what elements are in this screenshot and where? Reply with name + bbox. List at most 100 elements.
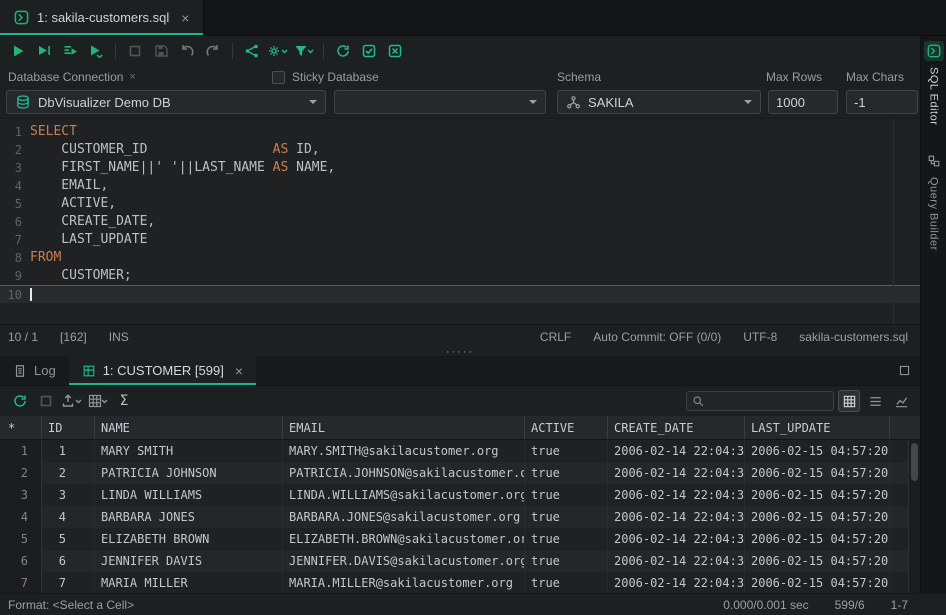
editor-line[interactable]: 10: [0, 285, 920, 303]
cell[interactable]: MARIA MILLER: [95, 572, 283, 593]
run-menu-button[interactable]: [84, 40, 108, 62]
cell[interactable]: BARBARA.JONES@sakilacustomer.org: [283, 506, 525, 528]
cell[interactable]: PATRICIA JOHNSON: [95, 462, 283, 484]
stop-button[interactable]: [123, 40, 147, 62]
sticky-database-select[interactable]: [334, 90, 546, 114]
cell[interactable]: LINDA WILLIAMS: [95, 484, 283, 506]
table-row[interactable]: 66JENNIFER DAVISJENNIFER.DAVIS@sakilacus…: [0, 550, 920, 572]
cell[interactable]: 2006-02-14 22:04:36: [608, 440, 745, 462]
table-row[interactable]: 44BARBARA JONESBARBARA.JONES@sakilacusto…: [0, 506, 920, 528]
cell[interactable]: 2006-02-15 04:57:20: [745, 550, 890, 572]
column-header-email[interactable]: EMAIL: [283, 416, 525, 439]
cell[interactable]: MARIA.MILLER@sakilacustomer.org: [283, 572, 525, 593]
editor-line[interactable]: 1SELECT: [0, 123, 920, 141]
variables-menu-button[interactable]: [292, 40, 316, 62]
save-button[interactable]: [149, 40, 173, 62]
cell[interactable]: 2006-02-14 22:04:36: [608, 462, 745, 484]
search-input[interactable]: [709, 394, 828, 408]
run-button[interactable]: [6, 40, 30, 62]
table-row[interactable]: 11MARY SMITHMARY.SMITH@sakilacustomer.or…: [0, 440, 920, 462]
column-header-name[interactable]: NAME: [95, 416, 283, 439]
redo-button[interactable]: [201, 40, 225, 62]
cell[interactable]: 2006-02-14 22:04:36: [608, 528, 745, 550]
cell[interactable]: 3: [42, 484, 95, 506]
cell[interactable]: true: [525, 484, 608, 506]
run-script-button[interactable]: [58, 40, 82, 62]
editor-line[interactable]: 4 EMAIL,: [0, 177, 920, 195]
editor-line[interactable]: 2 CUSTOMER_ID AS ID,: [0, 141, 920, 159]
clear-connection-icon[interactable]: ×: [129, 71, 135, 83]
cell[interactable]: JENNIFER.DAVIS@sakilacustomer.org: [283, 550, 525, 572]
schema-select[interactable]: SAKILA: [557, 90, 761, 114]
cell[interactable]: 2006-02-15 04:57:20: [745, 484, 890, 506]
table-row[interactable]: 55ELIZABETH BROWNELIZABETH.BROWN@sakilac…: [0, 528, 920, 550]
cell[interactable]: 2006-02-15 04:57:20: [745, 506, 890, 528]
table-row[interactable]: 22PATRICIA JOHNSONPATRICIA.JOHNSON@sakil…: [0, 462, 920, 484]
close-result-tab-icon[interactable]: ×: [235, 363, 243, 379]
cell[interactable]: 5: [42, 528, 95, 550]
tab-customer-result[interactable]: 1: CUSTOMER [599] ×: [69, 356, 256, 385]
cell[interactable]: LINDA.WILLIAMS@sakilacustomer.org: [283, 484, 525, 506]
cell[interactable]: 4: [42, 506, 95, 528]
maximize-panel-button[interactable]: [898, 356, 920, 385]
cell[interactable]: true: [525, 550, 608, 572]
grid-view-button[interactable]: [838, 390, 860, 412]
cell[interactable]: 1: [42, 440, 95, 462]
cell[interactable]: ELIZABETH.BROWN@sakilacustomer.org: [283, 528, 525, 550]
column-header-create_date[interactable]: CREATE_DATE: [608, 416, 745, 439]
panel-splitter-handle[interactable]: ·····: [0, 348, 920, 356]
tab-log[interactable]: Log: [0, 356, 69, 385]
side-tab-query-builder[interactable]: Query Builder: [924, 151, 944, 251]
cell[interactable]: 2006-02-14 22:04:36: [608, 550, 745, 572]
row-header-star[interactable]: *: [0, 416, 42, 439]
cell[interactable]: PATRICIA.JOHNSON@sakilacustomer.org: [283, 462, 525, 484]
export-menu-button[interactable]: [60, 390, 84, 412]
cell[interactable]: JENNIFER DAVIS: [95, 550, 283, 572]
settings-menu-button[interactable]: [266, 40, 290, 62]
grid-options-button[interactable]: [86, 390, 110, 412]
editor-line[interactable]: 3 FIRST_NAME||' '||LAST_NAME AS NAME,: [0, 159, 920, 177]
editor-line[interactable]: 9 CUSTOMER;: [0, 267, 920, 285]
column-header-active[interactable]: ACTIVE: [525, 416, 608, 439]
side-tab-sql-editor[interactable]: SQL Editor: [924, 41, 944, 125]
cell[interactable]: 2006-02-14 22:04:36: [608, 484, 745, 506]
close-results-button[interactable]: [383, 40, 407, 62]
reload-result-button[interactable]: [8, 390, 32, 412]
text-view-button[interactable]: [864, 390, 886, 412]
undo-button[interactable]: [175, 40, 199, 62]
run-current-button[interactable]: [32, 40, 56, 62]
cell[interactable]: true: [525, 440, 608, 462]
editor-line[interactable]: 7 LAST_UPDATE: [0, 231, 920, 249]
cell[interactable]: 6: [42, 550, 95, 572]
cell[interactable]: true: [525, 506, 608, 528]
validate-button[interactable]: [357, 40, 381, 62]
cell[interactable]: 2: [42, 462, 95, 484]
share-link-button[interactable]: [240, 40, 264, 62]
cell[interactable]: 2006-02-15 04:57:20: [745, 462, 890, 484]
cell[interactable]: 2006-02-15 04:57:20: [745, 528, 890, 550]
table-row[interactable]: 33LINDA WILLIAMSLINDA.WILLIAMS@sakilacus…: [0, 484, 920, 506]
chart-view-button[interactable]: [890, 390, 912, 412]
sticky-database-checkbox[interactable]: [272, 71, 285, 84]
cell[interactable]: true: [525, 528, 608, 550]
cell[interactable]: true: [525, 462, 608, 484]
reexecute-button[interactable]: [331, 40, 355, 62]
aggregate-button[interactable]: Σ: [112, 390, 136, 412]
max-chars-input[interactable]: [846, 90, 918, 114]
result-grid[interactable]: * IDNAMEEMAILACTIVECREATE_DATELAST_UPDAT…: [0, 416, 920, 593]
cell[interactable]: ELIZABETH BROWN: [95, 528, 283, 550]
result-search-box[interactable]: [686, 391, 834, 411]
scrollbar-thumb[interactable]: [911, 443, 918, 481]
cell[interactable]: BARBARA JONES: [95, 506, 283, 528]
cell[interactable]: MARY SMITH: [95, 440, 283, 462]
max-rows-input[interactable]: [768, 90, 838, 114]
stop-result-button[interactable]: [34, 390, 58, 412]
close-tab-icon[interactable]: ×: [181, 10, 189, 26]
cell[interactable]: 2006-02-14 22:04:36: [608, 572, 745, 593]
database-connection-select[interactable]: DbVisualizer Demo DB: [6, 90, 326, 114]
column-header-last_update[interactable]: LAST_UPDATE: [745, 416, 890, 439]
cell[interactable]: MARY.SMITH@sakilacustomer.org: [283, 440, 525, 462]
cell[interactable]: 2006-02-14 22:04:36: [608, 506, 745, 528]
editor-line[interactable]: 5 ACTIVE,: [0, 195, 920, 213]
column-header-id[interactable]: ID: [42, 416, 95, 439]
